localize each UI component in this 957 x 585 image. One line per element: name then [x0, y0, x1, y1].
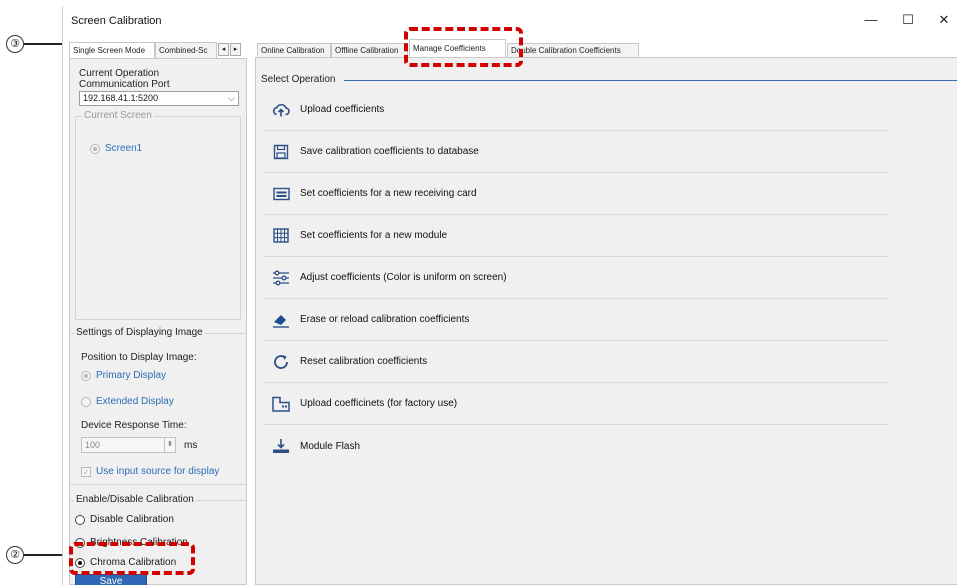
minimize-button[interactable]: — — [856, 10, 886, 30]
tab-online-calibration[interactable]: Online Calibration — [257, 43, 331, 57]
radio-icon — [81, 396, 91, 407]
display-settings-title: Settings of Displaying Image — [74, 327, 205, 338]
screen1-radio[interactable]: Screen1 — [90, 143, 142, 154]
highlight-chroma-calibration — [69, 542, 195, 575]
response-time-unit: ms — [184, 440, 198, 451]
tab-combined-screen[interactable]: Combined-Sc — [155, 42, 217, 58]
erase-reload-option[interactable]: Erase or reload calibration coefficients — [264, 299, 889, 341]
use-input-source-label: Use input source for display — [96, 466, 220, 477]
upload-coefficients-option[interactable]: Upload coefficients — [264, 89, 889, 131]
screen1-label: Screen1 — [105, 143, 143, 154]
annotation-marker-2: ② — [6, 546, 24, 564]
factory-icon — [272, 395, 290, 413]
position-display-label: Position to Display Image: — [81, 352, 197, 363]
operation-label: Save calibration coefficients to databas… — [300, 146, 479, 157]
reset-coefficients-option[interactable]: Reset calibration coefficients — [264, 341, 889, 383]
spinner-arrows-icon[interactable]: ⬍ — [164, 438, 175, 452]
communication-port-label: Communication Port — [79, 79, 170, 90]
communication-port-value: 192.168.41.1:5200 — [83, 93, 159, 103]
use-input-source-checkbox[interactable]: ✓ Use input source for display — [81, 466, 219, 477]
radio-icon — [90, 143, 100, 154]
tab-scroll-right-icon[interactable]: ▸ — [230, 43, 241, 56]
current-operation-title: Current Operation — [79, 68, 160, 79]
radio-icon — [81, 370, 91, 381]
adjust-coefficients-option[interactable]: Adjust coefficients (Color is uniform on… — [264, 257, 889, 299]
select-operation-title: Select Operation — [261, 74, 336, 85]
response-time-value: 100 — [85, 440, 101, 450]
receiving-card-icon — [272, 185, 290, 203]
eraser-icon — [272, 311, 290, 329]
operation-label: Upload coefficinets (for factory use) — [300, 398, 458, 409]
current-operation-group: Current Operation Communication Port 192… — [75, 68, 241, 107]
chevron-down-icon: ⌵ — [228, 93, 235, 103]
current-screen-group: Current Screen Screen1 — [75, 110, 241, 320]
operation-label: Adjust coefficients (Color is uniform on… — [300, 272, 507, 283]
reset-icon — [272, 353, 290, 371]
sliders-icon — [272, 269, 290, 287]
screen-calibration-window: Screen Calibration — ☐ ✕ Single Screen M… — [62, 6, 957, 585]
tab-scroll-left-icon[interactable]: ◂ — [218, 43, 229, 56]
primary-display-label: Primary Display — [96, 370, 167, 381]
save-to-database-option[interactable]: Save calibration coefficients to databas… — [264, 131, 889, 173]
calibration-toggle-title: Enable/Disable Calibration — [74, 494, 196, 505]
close-button[interactable]: ✕ — [929, 10, 957, 30]
annotation-marker-3: ③ — [6, 35, 24, 53]
operation-label: Set coefficients for a new receiving car… — [300, 188, 477, 199]
display-settings-group: Settings of Displaying Image Position to… — [70, 327, 246, 485]
tab-single-screen-mode[interactable]: Single Screen Mode — [69, 42, 155, 58]
highlight-manage-coefficients — [404, 27, 523, 67]
operation-label: Set coefficients for a new module — [300, 230, 448, 241]
primary-display-radio[interactable]: Primary Display — [81, 370, 166, 381]
operation-label: Module Flash — [300, 440, 361, 452]
radio-icon — [75, 514, 85, 525]
current-screen-title: Current Screen — [82, 110, 154, 121]
flash-download-icon — [272, 437, 290, 455]
operation-label: Upload coefficients — [300, 104, 385, 115]
disable-calibration-radio[interactable]: Disable Calibration — [75, 514, 174, 525]
module-flash-option[interactable]: Module Flash — [264, 425, 889, 467]
new-module-option[interactable]: Set coefficients for a new module — [264, 215, 889, 257]
extended-display-label: Extended Display — [96, 396, 174, 407]
window-title: Screen Calibration — [71, 15, 162, 27]
extended-display-radio[interactable]: Extended Display — [81, 396, 174, 407]
left-tab-strip: Single Screen Mode Combined-Sc ◂ ▸ — [69, 42, 249, 58]
operation-label: Erase or reload calibration coefficients — [300, 314, 470, 325]
response-time-label: Device Response Time: — [81, 420, 187, 431]
factory-upload-option[interactable]: Upload coefficinets (for factory use) — [264, 383, 889, 425]
select-operation-divider — [344, 80, 957, 81]
tab-offline-calibration[interactable]: Offline Calibration — [331, 43, 408, 57]
maximize-button[interactable]: ☐ — [893, 10, 923, 30]
left-panel: Current Operation Communication Port 192… — [69, 58, 247, 585]
operation-label: Reset calibration coefficients — [300, 356, 428, 367]
new-receiving-card-option[interactable]: Set coefficients for a new receiving car… — [264, 173, 889, 215]
disable-calibration-label: Disable Calibration — [90, 514, 174, 525]
tab-double-calibration-coefficients[interactable]: Double Calibration Coefficients — [507, 43, 639, 57]
floppy-disk-icon — [272, 143, 290, 161]
save-button[interactable]: Save — [75, 574, 147, 585]
module-grid-icon — [272, 227, 290, 245]
manage-coefficients-panel: Select Operation Upload coefficients Sav… — [255, 57, 957, 585]
cloud-upload-icon — [272, 101, 290, 119]
checkmark-icon: ✓ — [81, 466, 91, 477]
response-time-stepper[interactable]: 100 ⬍ — [81, 437, 176, 453]
communication-port-select[interactable]: 192.168.41.1:5200 ⌵ — [79, 91, 239, 106]
